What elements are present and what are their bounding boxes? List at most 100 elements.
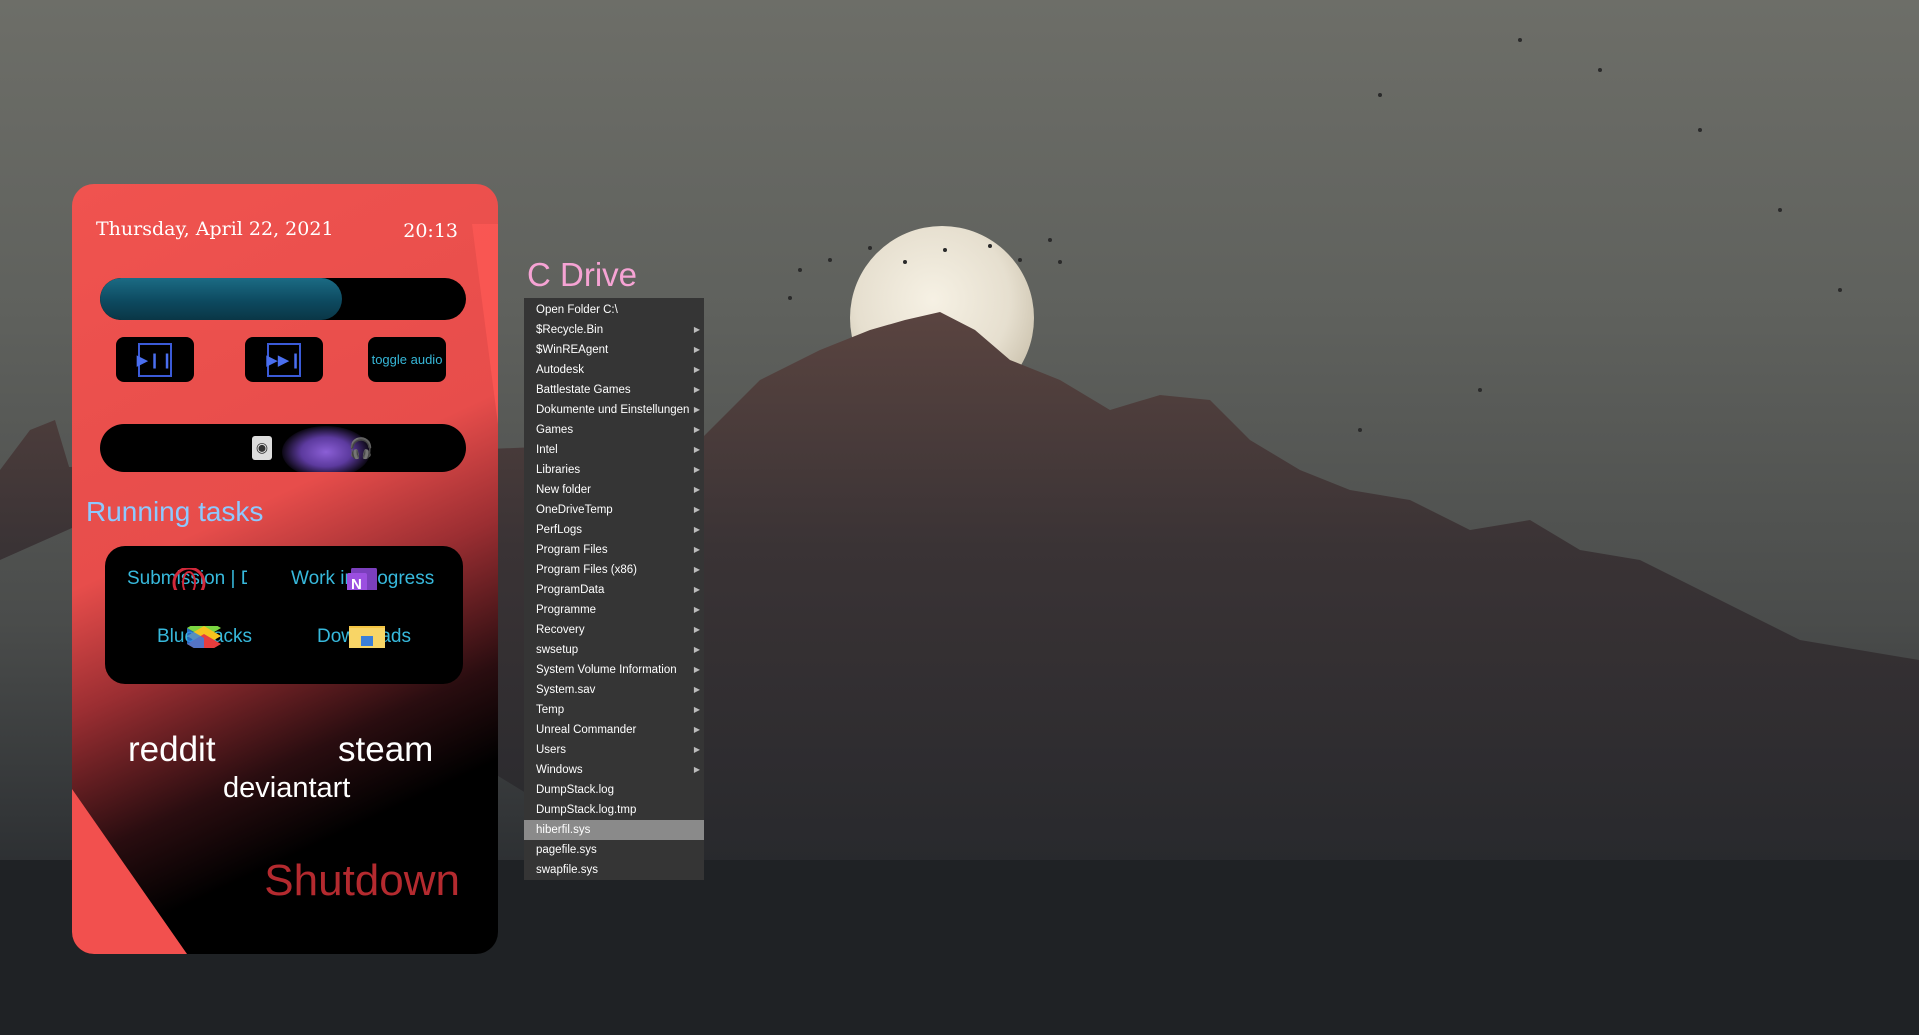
submenu-arrow-icon: ▶ (693, 465, 700, 474)
menu-item-label: Intel (536, 444, 558, 456)
submenu-arrow-icon: ▶ (693, 645, 700, 654)
menu-item[interactable]: Open Folder C:\ (524, 300, 704, 320)
audio-output-switcher: ◉ 🎧 (100, 424, 466, 472)
menu-item-label: Open Folder C:\ (536, 304, 618, 316)
menu-item-label: Dokumente und Einstellungen (536, 404, 690, 416)
submenu-arrow-icon: ▶ (693, 545, 700, 554)
menu-item-label: OneDriveTemp (536, 504, 613, 516)
menu-item-label: $WinREAgent (536, 344, 609, 356)
menu-item[interactable]: System Volume Information ▶ (524, 660, 704, 680)
deviantart-link[interactable]: deviantart (223, 772, 350, 805)
task-item[interactable]: Submission | Dev (127, 568, 247, 590)
menu-item[interactable]: ProgramData ▶ (524, 580, 704, 600)
menu-item-label: $Recycle.Bin (536, 324, 604, 336)
menu-item-label: Libraries (536, 464, 581, 476)
menu-item[interactable]: Autodesk ▶ (524, 360, 704, 380)
menu-item[interactable]: $Recycle.Bin ▶ (524, 320, 704, 340)
menu-item[interactable]: Program Files ▶ (524, 540, 704, 560)
menu-item-label: Users (536, 744, 567, 756)
menu-item-label: Games (536, 424, 574, 436)
menu-item-label: Programme (536, 604, 597, 616)
submenu-arrow-icon: ▶ (693, 745, 700, 754)
menu-item[interactable]: Users ▶ (524, 740, 704, 760)
menu-item[interactable]: Windows ▶ (524, 760, 704, 780)
menu-item[interactable]: PerfLogs ▶ (524, 520, 704, 540)
cdrive-title[interactable]: C Drive (527, 256, 637, 294)
menu-item-label: Autodesk (536, 364, 584, 376)
menu-item[interactable]: Battlestate Games ▶ (524, 380, 704, 400)
task-item[interactable]: Downloads (317, 626, 437, 648)
play-pause-icon: ▶❙❙ (137, 342, 173, 377)
svg-text:N: N (351, 576, 362, 590)
menu-item-label: Program Files (536, 544, 608, 556)
submenu-arrow-icon: ▶ (693, 365, 700, 374)
menu-item-label: ProgramData (536, 584, 605, 596)
submenu-arrow-icon: ▶ (693, 725, 700, 734)
speaker-icon[interactable]: ◉ (252, 436, 272, 460)
menu-item[interactable]: Libraries ▶ (524, 460, 704, 480)
submenu-arrow-icon: ▶ (693, 505, 700, 514)
submenu-arrow-icon: ▶ (693, 345, 700, 354)
reddit-link[interactable]: reddit (128, 730, 216, 770)
menu-item-label: DumpStack.log.tmp (536, 804, 637, 816)
menu-item-label: System Volume Information (536, 664, 677, 676)
menu-item[interactable]: Dokumente und Einstellungen ▶ (524, 400, 704, 420)
running-tasks-title: Running tasks (86, 496, 264, 527)
submenu-arrow-icon: ▶ (693, 325, 700, 334)
desktop-widget-panel: Thursday, April 22, 2021 20:13 ▶❙❙ ▶▶❙ t… (72, 184, 498, 954)
submenu-arrow-icon: ▶ (693, 665, 700, 674)
menu-item-label: swsetup (536, 644, 579, 656)
headphones-icon[interactable]: 🎧 (348, 434, 374, 462)
cdrive-folder-menu: Open Folder C:\ $Recycle.Bin ▶ $WinREAgent ▶… (524, 298, 704, 880)
submenu-arrow-icon: ▶ (693, 485, 700, 494)
menu-item[interactable]: swsetup ▶ (524, 640, 704, 660)
onenote-icon: N (347, 568, 377, 590)
menu-item-label: System.sav (536, 684, 596, 696)
submenu-arrow-icon: ▶ (693, 705, 700, 714)
menu-item[interactable]: Recovery ▶ (524, 620, 704, 640)
menu-item[interactable]: OneDriveTemp ▶ (524, 500, 704, 520)
media-progress-bar[interactable] (100, 278, 466, 320)
media-progress-fill (100, 278, 342, 320)
submenu-arrow-icon: ▶ (693, 425, 700, 434)
menu-item[interactable]: System.sav ▶ (524, 680, 704, 700)
menu-item-label: Battlestate Games (536, 384, 631, 396)
menu-item[interactable]: New folder ▶ (524, 480, 704, 500)
task-item[interactable]: BlueStacks (157, 626, 277, 648)
task-item[interactable]: Work in progress N (291, 568, 441, 590)
shutdown-button[interactable]: Shutdown (264, 856, 460, 906)
menu-item-label: Temp (536, 704, 565, 716)
menu-item[interactable]: swapfile.sys (524, 860, 704, 880)
menu-item[interactable]: pagefile.sys (524, 840, 704, 860)
menu-item[interactable]: Unreal Commander ▶ (524, 720, 704, 740)
menu-item[interactable]: Program Files (x86) ▶ (524, 560, 704, 580)
clock-display: 20:13 (403, 220, 458, 242)
decorative-corner (72, 789, 187, 954)
menu-item[interactable]: Programme ▶ (524, 600, 704, 620)
menu-item-label: Program Files (x86) (536, 564, 637, 576)
submenu-arrow-icon: ▶ (693, 565, 700, 574)
toggle-audio-button[interactable]: toggle audio (368, 337, 446, 382)
menu-item[interactable]: Temp ▶ (524, 700, 704, 720)
menu-item[interactable]: DumpStack.log (524, 780, 704, 800)
play-pause-button[interactable]: ▶❙❙ (116, 337, 194, 382)
menu-item[interactable]: hiberfil.sys (524, 820, 704, 840)
submenu-arrow-icon: ▶ (693, 525, 700, 534)
bluestacks-icon (187, 626, 221, 648)
next-track-button[interactable]: ▶▶❙ (245, 337, 323, 382)
submenu-arrow-icon: ▶ (693, 685, 700, 694)
steam-link[interactable]: steam (338, 730, 433, 770)
menu-item-label: New folder (536, 484, 591, 496)
submenu-arrow-icon: ▶ (693, 765, 700, 774)
menu-item[interactable]: Intel ▶ (524, 440, 704, 460)
menu-item-label: swapfile.sys (536, 864, 598, 876)
folder-icon (349, 626, 385, 648)
menu-item[interactable]: $WinREAgent ▶ (524, 340, 704, 360)
menu-item[interactable]: DumpStack.log.tmp (524, 800, 704, 820)
menu-item-label: hiberfil.sys (536, 824, 591, 836)
menu-item-label: DumpStack.log (536, 784, 614, 796)
submenu-arrow-icon: ▶ (693, 605, 700, 614)
menu-item[interactable]: Games ▶ (524, 420, 704, 440)
menu-item-label: Windows (536, 764, 583, 776)
date-display: Thursday, April 22, 2021 (96, 218, 334, 240)
